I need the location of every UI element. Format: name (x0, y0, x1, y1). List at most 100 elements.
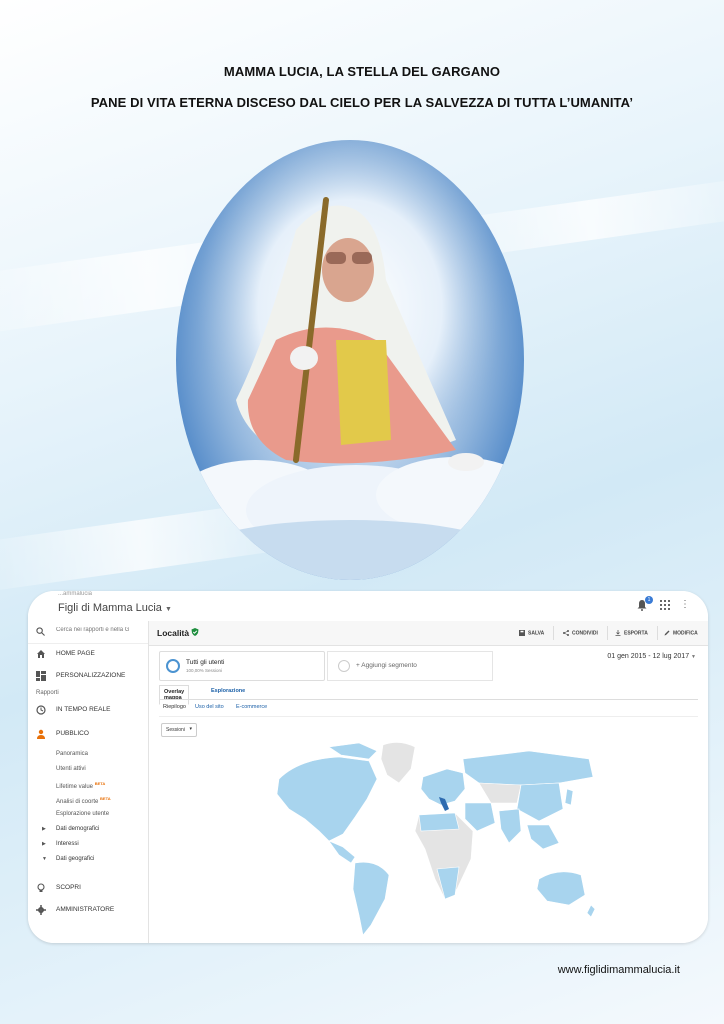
sidebar-tree-geo[interactable]: ▼ Dati geografici (42, 856, 94, 862)
segment-all-users[interactable]: Tutti gli utenti 100,00% Sessioni (159, 651, 325, 681)
chevron-down-icon: ▼ (42, 856, 47, 862)
sidebar-item-discover[interactable]: SCOPRI (28, 877, 148, 899)
map-region-canada-arctic (328, 742, 378, 760)
map-region-north-africa (418, 812, 460, 832)
sidebar-subitem-lifetime-value[interactable]: Lifetime value BETA (56, 781, 105, 790)
gear-icon (36, 905, 46, 915)
notification-badge: 1 (645, 596, 653, 604)
website-url[interactable]: www.figlidimammalucia.it (558, 964, 680, 976)
map-region-russia (462, 750, 594, 786)
save-label: SALVA (528, 630, 545, 637)
sidebar-item-admin[interactable]: AMMINISTRATORE (28, 899, 148, 921)
sidebar-item-realtime[interactable]: IN TEMPO REALE (28, 699, 148, 721)
dashboard-icon (36, 671, 46, 681)
sidebar-item-label: AMMINISTRATORE (56, 906, 115, 913)
subtab-ecommerce[interactable]: E-commerce (236, 704, 267, 710)
share-icon (563, 630, 569, 636)
sidebar-item-label: HOME PAGE (56, 650, 95, 657)
map-region-new-zealand (586, 904, 596, 918)
map-region-china (516, 782, 564, 822)
beta-badge: BETA (100, 796, 111, 801)
segment-ring-icon (166, 659, 180, 673)
export-button[interactable]: ESPORTA (615, 630, 648, 636)
divider (607, 626, 608, 640)
property-name: Figli di Mamma Lucia (58, 602, 162, 614)
account-breadcrumb[interactable]: ...ammalucia (58, 591, 92, 597)
share-button[interactable]: CONDIVIDI (563, 630, 598, 636)
save-icon (519, 630, 525, 636)
metric-select[interactable]: Sessioni ▾ (161, 723, 197, 737)
sidebar-tree-label: Dati demografici (56, 826, 100, 832)
report-title: Località (157, 628, 190, 638)
sidebar-item-home[interactable]: HOME PAGE (28, 643, 148, 665)
sidebar-tree-demographics[interactable]: ▶ Dati demografici (42, 826, 99, 832)
sidebar-subitem-active-users[interactable]: Utenti attivi (56, 766, 86, 772)
sidebar-item-label: PERSONALIZZAZIONE (56, 672, 126, 679)
save-button[interactable]: SALVA (519, 630, 544, 636)
sidebar-item-label: PUBBLICO (56, 730, 89, 737)
tab-map-overlay[interactable]: Overlay mappa (159, 685, 190, 705)
subtab-summary[interactable]: Riepilogo (163, 704, 186, 710)
person-icon (37, 729, 45, 739)
divider (657, 626, 658, 640)
sidebar-subitem-label: Lifetime value (56, 784, 94, 790)
analytics-screenshot: ...ammalucia Figli di Mamma Lucia ▼ 1 ⋮ … (28, 591, 708, 943)
search-row (28, 621, 148, 644)
edit-label: MODIFICA (673, 630, 698, 637)
world-map[interactable] (259, 739, 599, 939)
sidebar-tree-label: Dati geografici (56, 856, 95, 862)
sidebar-item-label: SCOPRI (56, 884, 81, 891)
apps-grid-icon[interactable] (660, 600, 670, 610)
chevron-down-icon: ▾ (189, 726, 192, 732)
chevron-right-icon: ▶ (42, 826, 46, 832)
top-bar: ...ammalucia Figli di Mamma Lucia ▼ 1 ⋮ (28, 591, 708, 622)
portrait-image (176, 140, 524, 580)
map-region-japan (564, 788, 574, 806)
portrait-oval (176, 140, 524, 580)
reports-section-label: Rapporti (36, 690, 59, 696)
sidebar-item-audience[interactable]: PUBBLICO (28, 723, 148, 745)
segment-name: Tutti gli utenti (186, 659, 225, 666)
search-input[interactable] (56, 627, 144, 633)
search-icon (36, 627, 45, 636)
segment-percent: 100,00% Sessioni (186, 668, 223, 673)
beta-badge: BETA (94, 781, 106, 786)
property-selector[interactable]: Figli di Mamma Lucia ▼ (58, 602, 172, 614)
map-region-india (498, 808, 522, 844)
add-segment-label: + Aggiungi segmento (356, 662, 417, 669)
sidebar-subitem-overview[interactable]: Panoramica (56, 751, 88, 757)
more-vert-icon[interactable]: ⋮ (680, 599, 690, 610)
chevron-down-icon: ▼ (691, 654, 696, 660)
subtab-site-usage[interactable]: Uso del sito (195, 704, 224, 710)
home-icon (37, 650, 45, 658)
report-header: Località SALVA CONDIVIDI ESPORTA MODIFIC… (149, 621, 708, 646)
sidebar-subitem-user-explorer[interactable]: Esplorazione utente (56, 811, 109, 817)
map-region-south-america (352, 861, 390, 936)
chevron-down-icon: ▼ (164, 606, 172, 613)
tab-explorer[interactable]: Esplorazione (207, 685, 249, 697)
export-label: ESPORTA (624, 630, 648, 637)
metric-select-value: Sessioni (166, 727, 185, 733)
subtab-divider (159, 716, 698, 717)
sidebar: HOME PAGE PERSONALIZZAZIONE Rapporti IN … (28, 621, 149, 943)
map-region-australia (536, 871, 586, 906)
sidebar-tree-label: Interessi (56, 841, 79, 847)
clock-icon (36, 705, 46, 715)
map-region-southeast-asia (526, 824, 560, 850)
date-range-label: 01 gen 2015 - 12 lug 2017 (607, 653, 690, 660)
date-range-picker[interactable]: 01 gen 2015 - 12 lug 2017 ▼ (607, 653, 696, 660)
verified-shield-icon (191, 628, 199, 636)
sidebar-subitem-cohort[interactable]: Analisi di coorte BETA (56, 796, 111, 805)
map-region-central-america (328, 840, 356, 864)
chevron-right-icon: ▶ (42, 841, 46, 847)
share-label: CONDIVIDI (572, 630, 598, 637)
edit-button[interactable]: MODIFICA (664, 630, 698, 636)
sidebar-item-label: IN TEMPO REALE (56, 706, 111, 713)
map-region-greenland (380, 742, 416, 784)
add-segment-button[interactable]: + Aggiungi segmento (327, 651, 493, 681)
export-icon (615, 630, 621, 636)
page-subtitle: PANE DI VITA ETERNA DISCESO DAL CIELO PE… (90, 95, 634, 110)
main-panel: Località SALVA CONDIVIDI ESPORTA MODIFIC… (149, 621, 708, 943)
sidebar-item-custom[interactable]: PERSONALIZZAZIONE (28, 665, 148, 687)
sidebar-tree-interests[interactable]: ▶ Interessi (42, 841, 79, 847)
